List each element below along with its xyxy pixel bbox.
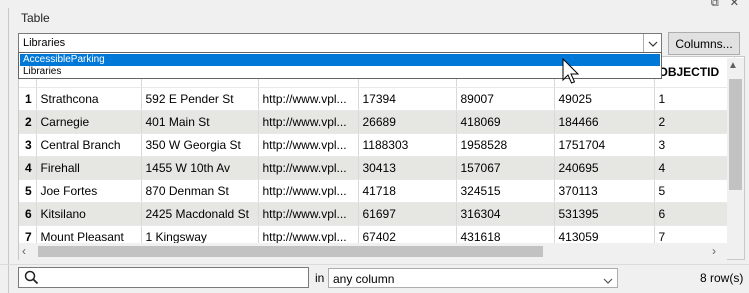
table-cell[interactable]: 870 Denman St xyxy=(141,179,259,203)
scroll-up-icon[interactable]: ▲ xyxy=(728,60,738,71)
chevron-down-icon[interactable] xyxy=(643,34,661,53)
column-filter-select[interactable]: any column xyxy=(328,268,618,288)
table-cell[interactable]: 184466 xyxy=(554,110,655,134)
table-row[interactable]: 5 Joe Fortes 870 Denman St http://www.vpl..… xyxy=(19,179,735,203)
table-cell[interactable]: 30413 xyxy=(358,156,457,180)
row-count: 8 row(s) xyxy=(700,271,744,285)
row-number[interactable]: 4 xyxy=(19,156,37,180)
table-cell[interactable]: Firehall xyxy=(36,156,142,180)
table-cell[interactable]: Joe Fortes xyxy=(36,179,142,203)
table-cell[interactable]: 418069 xyxy=(456,110,555,134)
table-cell[interactable]: Kitsilano xyxy=(36,202,142,226)
table-cell[interactable]: 1958528 xyxy=(456,133,555,157)
table-cell[interactable]: 1 xyxy=(654,87,735,111)
table-cell[interactable]: 1455 W 10th Av xyxy=(141,156,259,180)
table-cell[interactable]: http://www.vpl... xyxy=(258,133,359,157)
table-cell[interactable]: 17394 xyxy=(358,87,457,111)
scroll-right-icon[interactable]: › xyxy=(712,244,716,258)
column-header[interactable]: OBJECTID xyxy=(654,57,735,88)
table-cell[interactable]: Strathcona xyxy=(36,87,142,111)
table-cell[interactable]: 401 Main St xyxy=(141,110,259,134)
scroll-left-icon[interactable]: ‹ xyxy=(22,244,26,258)
table-cell[interactable]: 41718 xyxy=(358,179,457,203)
table-row[interactable]: 6 Kitsilano 2425 Macdonald St http://www.vp… xyxy=(19,202,735,226)
data-table: OBJECTID 1 Strathcona 592 E Pender St http:… xyxy=(18,56,745,260)
bottom-divider xyxy=(0,264,749,265)
table-grid: OBJECTID 1 Strathcona 592 E Pender St http:… xyxy=(19,57,735,249)
top-strip xyxy=(0,0,749,8)
table-cell[interactable]: http://www.vpl... xyxy=(258,87,359,111)
table-cell[interactable]: 26689 xyxy=(358,110,457,134)
table-cell[interactable]: 3 xyxy=(654,133,735,157)
search-input[interactable] xyxy=(18,267,309,288)
table-cell[interactable]: 89007 xyxy=(456,87,555,111)
table-select-value: Libraries xyxy=(23,37,66,49)
table-row[interactable]: 2 Carnegie 401 Main St http://www.vpl... 266… xyxy=(19,110,735,134)
table-cell[interactable]: 531395 xyxy=(554,202,655,226)
table-cell[interactable]: 2425 Macdonald St xyxy=(141,202,259,226)
table-cell[interactable]: http://www.vpl... xyxy=(258,202,359,226)
table-row[interactable]: 4 Firehall 1455 W 10th Av http://www.vpl...… xyxy=(19,156,735,180)
table-cell[interactable]: 350 W Georgia St xyxy=(141,133,259,157)
row-number[interactable]: 3 xyxy=(19,133,37,157)
table-cell[interactable]: 61697 xyxy=(358,202,457,226)
window-controls[interactable]: ⧉ ✕ xyxy=(711,0,743,10)
table-row[interactable]: 3 Central Branch 350 W Georgia St http://ww… xyxy=(19,133,735,157)
table-cell[interactable]: 4 xyxy=(654,156,735,180)
table-cell[interactable]: 370113 xyxy=(554,179,655,203)
row-number[interactable]: 2 xyxy=(19,110,37,134)
table-cell[interactable]: 157067 xyxy=(456,156,555,180)
search-icon xyxy=(24,270,39,288)
table-cell[interactable]: 324515 xyxy=(456,179,555,203)
table-cell[interactable]: Carnegie xyxy=(36,110,142,134)
column-filter-value: any column xyxy=(333,272,395,286)
row-number[interactable]: 5 xyxy=(19,179,37,203)
row-number[interactable]: 6 xyxy=(19,202,37,226)
vertical-scroll-thumb[interactable] xyxy=(729,79,742,190)
table-cell[interactable]: 1188303 xyxy=(358,133,457,157)
table-select[interactable]: Libraries xyxy=(18,33,662,54)
table-cell[interactable]: 316304 xyxy=(456,202,555,226)
panel-divider xyxy=(8,8,9,293)
in-label: in xyxy=(315,271,325,285)
chevron-down-icon[interactable] xyxy=(603,273,613,287)
table-row[interactable]: 1 Strathcona 592 E Pender St http://www.vpl… xyxy=(19,87,735,111)
table-cell[interactable]: 240695 xyxy=(554,156,655,180)
table-cell[interactable]: 2 xyxy=(654,110,735,134)
table-cell[interactable]: 592 E Pender St xyxy=(141,87,259,111)
table-cell[interactable]: http://www.vpl... xyxy=(258,110,359,134)
horizontal-scroll-thumb[interactable] xyxy=(38,246,543,257)
table-cell[interactable]: 5 xyxy=(654,179,735,203)
table-cell[interactable]: 49025 xyxy=(554,87,655,111)
table-cell[interactable]: 1751704 xyxy=(554,133,655,157)
table-cell[interactable]: http://www.vpl... xyxy=(258,179,359,203)
mouse-cursor-icon xyxy=(562,58,580,84)
table-cell[interactable]: 6 xyxy=(654,202,735,226)
row-number[interactable]: 1 xyxy=(19,87,37,111)
panel-title: Table xyxy=(21,11,50,25)
table-cell[interactable]: Central Branch xyxy=(36,133,142,157)
columns-button[interactable]: Columns... xyxy=(668,32,740,55)
table-cell[interactable]: http://www.vpl... xyxy=(258,156,359,180)
